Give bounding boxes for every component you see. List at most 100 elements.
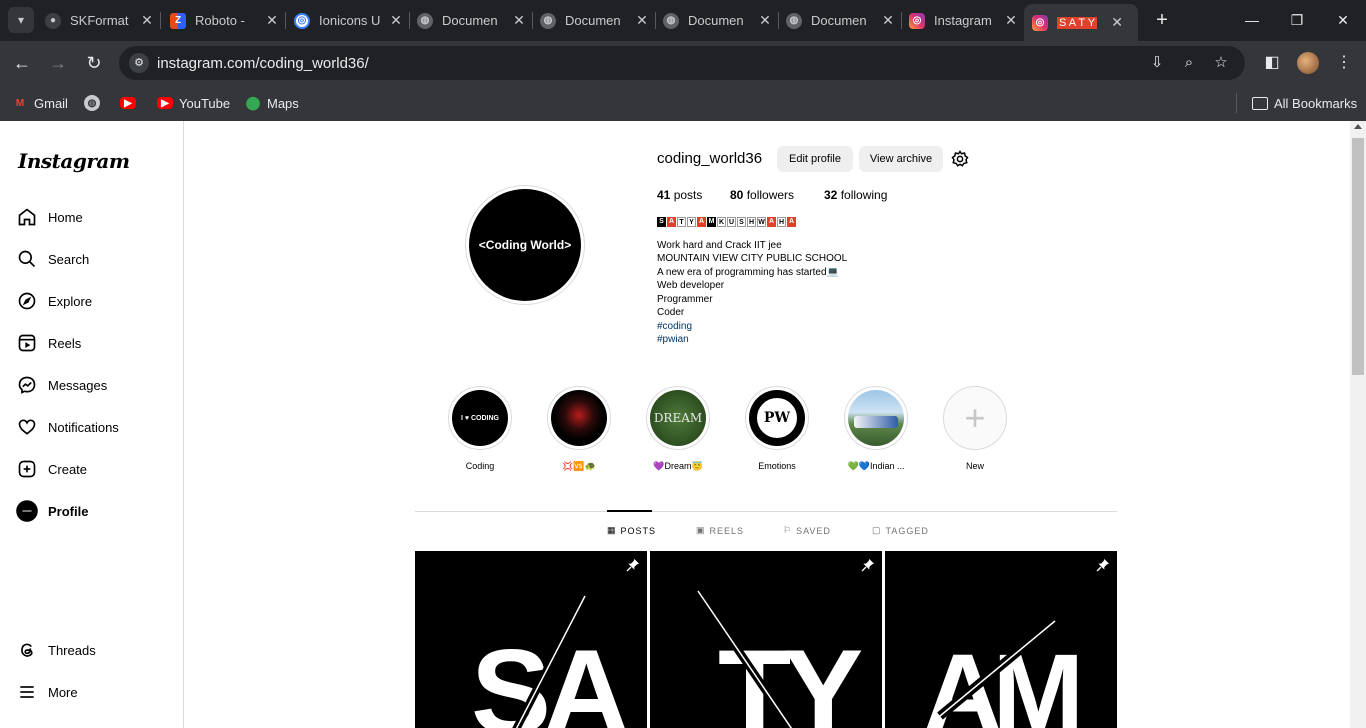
edit-profile-button[interactable]: Edit profile: [777, 146, 853, 172]
url-text[interactable]: instagram.com/coding_world36/: [157, 55, 369, 72]
name-letter: H: [777, 217, 786, 227]
nav-reels[interactable]: Reels: [16, 329, 81, 357]
menu-kebab-icon[interactable]: ⋮: [1332, 51, 1356, 75]
post-tile[interactable]: AM: [885, 551, 1117, 728]
restore-button[interactable]: ❐: [1285, 8, 1309, 32]
heart-icon: [16, 416, 38, 438]
nav-more[interactable]: More: [16, 678, 78, 706]
install-app-icon[interactable]: ⇩: [1147, 53, 1167, 73]
bookmark-globe[interactable]: ◍: [84, 93, 106, 113]
address-bar[interactable]: ⚙ instagram.com/coding_world36/ ⇩ ⌕ ☆: [119, 46, 1245, 80]
browser-tab[interactable]: ◍ Documen ✕: [417, 6, 527, 35]
browser-tab[interactable]: ● SKFormat ✕: [45, 6, 155, 35]
browser-tab[interactable]: ◍ Documen ✕: [540, 6, 650, 35]
bio-hashtag[interactable]: #pwian: [657, 334, 689, 345]
name-letter: T: [677, 217, 686, 227]
scrollbar-thumb[interactable]: [1352, 138, 1364, 375]
tab-label: Instagram: [934, 13, 992, 28]
tab-reels[interactable]: ▣ REELS: [696, 525, 744, 536]
new-highlight-button[interactable]: + New: [943, 386, 1007, 471]
instagram-logo[interactable]: Instagram: [18, 149, 130, 173]
side-panel-icon[interactable]: ◧: [1260, 51, 1284, 75]
profile-full-name: S A T Y A M K U S H W A H A: [657, 217, 796, 227]
bookmark-youtube-icon-only[interactable]: ▶: [120, 93, 142, 113]
tab-separator: [160, 12, 161, 29]
back-button[interactable]: ←: [10, 51, 34, 75]
forward-button[interactable]: →: [46, 51, 70, 75]
tab-label: Roboto -: [195, 13, 245, 28]
highlight-item[interactable]: DREAM 💜Dream😇: [646, 386, 710, 472]
nav-create[interactable]: Create: [16, 455, 87, 483]
reload-button[interactable]: ↻: [82, 51, 106, 75]
close-tab-icon[interactable]: ✕: [388, 12, 404, 29]
site-info-icon[interactable]: ⚙: [129, 53, 149, 73]
close-tab-icon[interactable]: ✕: [1003, 12, 1019, 29]
bookmark-maps[interactable]: ⬤ Maps: [245, 93, 299, 113]
pin-icon: [1095, 557, 1111, 573]
zoom-icon[interactable]: ⌕: [1179, 53, 1199, 73]
all-bookmarks-button[interactable]: All Bookmarks: [1252, 93, 1357, 113]
browser-tab-active[interactable]: ◎ S A T Y ✕: [1024, 4, 1138, 41]
name-letter: Y: [687, 217, 696, 227]
bookmark-gmail[interactable]: M Gmail: [12, 93, 68, 113]
nav-threads[interactable]: Threads: [16, 636, 96, 664]
minimize-button[interactable]: —: [1240, 8, 1264, 32]
browser-tab[interactable]: ◍ Documen ✕: [786, 6, 896, 35]
close-tab-icon[interactable]: ✕: [634, 12, 650, 29]
nav-home[interactable]: Home: [16, 203, 83, 231]
scroll-up-arrow[interactable]: [1354, 124, 1362, 129]
tab-tagged[interactable]: ▢ TAGGED: [872, 525, 929, 536]
post-tile[interactable]: SA: [415, 551, 647, 728]
tab-saved[interactable]: ⚐ SAVED: [783, 525, 831, 536]
profile-username: coding_world36: [657, 150, 763, 167]
close-window-button[interactable]: ✕: [1331, 8, 1355, 32]
bookmark-star-icon[interactable]: ☆: [1211, 53, 1231, 73]
browser-tab[interactable]: ◍ Documen ✕: [663, 6, 773, 35]
globe-icon: ◍: [84, 95, 100, 111]
youtube-icon: ▶: [157, 97, 173, 109]
nav-messages[interactable]: Messages: [16, 371, 107, 399]
nav-search[interactable]: Search: [16, 245, 89, 273]
highlight-item[interactable]: 💢🆚🐢: [547, 386, 611, 472]
reels-icon: [16, 332, 38, 354]
tab-label: TAGGED: [885, 525, 929, 536]
highlight-item[interactable]: I ♥ CODING Coding: [448, 386, 512, 471]
following-stat[interactable]: 32 following: [824, 188, 887, 202]
bookmark-icon: ⚐: [783, 525, 793, 535]
close-tab-icon[interactable]: ✕: [139, 12, 155, 29]
highlight-image-text: DREAM: [653, 411, 703, 425]
bio-hashtag[interactable]: #coding: [657, 321, 692, 332]
highlight-item[interactable]: PW Emotions: [745, 386, 809, 471]
close-tab-icon[interactable]: ✕: [757, 12, 773, 29]
gear-icon[interactable]: [951, 150, 969, 168]
profile-avatar-icon[interactable]: [1297, 52, 1319, 74]
post-tile[interactable]: TY: [650, 551, 882, 728]
nav-notifications[interactable]: Notifications: [16, 413, 119, 441]
tab-posts[interactable]: ▦ POSTS: [607, 525, 656, 536]
browser-tab[interactable]: Z Roboto - ✕: [170, 6, 280, 35]
nav-label: Create: [48, 461, 88, 477]
followers-stat[interactable]: 80 followers: [730, 188, 794, 202]
profile-picture-image: <Coding World>: [469, 189, 581, 301]
profile-picture[interactable]: <Coding World>: [465, 185, 585, 305]
bookmark-label: Maps: [267, 95, 299, 111]
bookmark-youtube[interactable]: ▶ YouTube: [157, 93, 230, 113]
close-tab-icon[interactable]: ✕: [880, 12, 896, 29]
nav-explore[interactable]: Explore: [16, 287, 92, 315]
nav-profile[interactable]: Profile: [16, 497, 88, 525]
tab-search-button[interactable]: ▾: [8, 7, 34, 33]
tab-label: REELS: [709, 525, 745, 536]
close-tab-icon[interactable]: ✕: [264, 12, 280, 29]
browser-tab[interactable]: ◎ Instagram ✕: [909, 6, 1019, 35]
view-archive-button[interactable]: View archive: [859, 146, 943, 172]
highlight-item[interactable]: 💚💙Indian ...: [844, 386, 908, 472]
post-image-text: SA: [471, 625, 627, 728]
tab-label: POSTS: [620, 525, 657, 536]
highlight-image: PW: [749, 390, 805, 446]
close-tab-icon[interactable]: ✕: [511, 12, 527, 29]
new-tab-button[interactable]: +: [1150, 8, 1174, 32]
name-letter: W: [757, 217, 766, 227]
close-tab-icon[interactable]: ✕: [1109, 14, 1125, 31]
browser-tab[interactable]: ◎ Ionicons U ✕: [294, 6, 404, 35]
tab-separator: [901, 12, 902, 29]
